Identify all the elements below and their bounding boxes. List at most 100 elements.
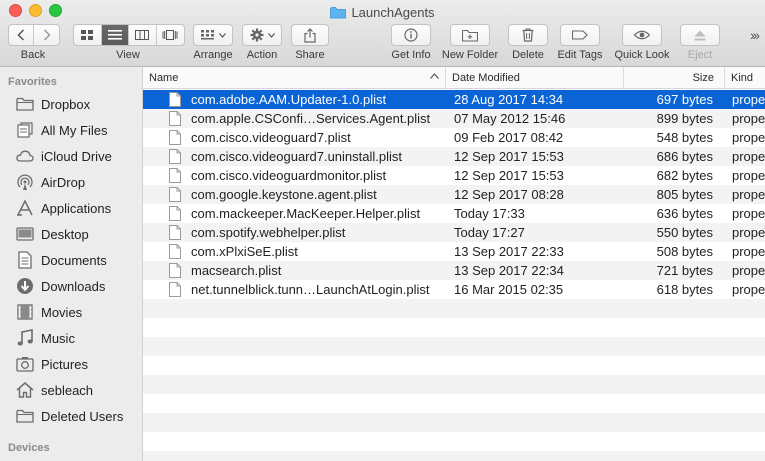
file-row[interactable]: com.mackeeper.MacKeeper.Helper.plist Toda…	[143, 204, 765, 223]
chevron-down-icon	[218, 32, 226, 38]
file-size: 805 bytes	[656, 187, 713, 202]
cover-flow-view-button[interactable]	[157, 25, 184, 45]
quick-look-label: Quick Look	[614, 49, 670, 61]
new-folder-label: New Folder	[441, 49, 499, 61]
delete-button[interactable]	[508, 24, 548, 46]
sidebar-item-documents[interactable]: Documents	[0, 247, 142, 273]
list-view-button[interactable]	[101, 25, 129, 45]
eject-button[interactable]	[680, 24, 720, 46]
file-date: 12 Sep 2017 15:53	[454, 168, 564, 183]
back-button[interactable]	[9, 25, 35, 45]
file-row[interactable]: net.tunnelblick.tunn…LaunchAtLogin.plist…	[143, 280, 765, 299]
info-icon	[404, 28, 418, 42]
action-button[interactable]	[242, 24, 282, 46]
file-row[interactable]: com.xPlxiSeE.plist 13 Sep 2017 22:33 508 b…	[143, 242, 765, 261]
file-row[interactable]: macsearch.plist 13 Sep 2017 22:34 721 byte…	[143, 261, 765, 280]
file-kind: prope	[732, 111, 765, 126]
sidebar-item-movies[interactable]: Movies	[0, 299, 142, 325]
file-row[interactable]: com.apple.CSConfi…Services.Agent.plist 07…	[143, 109, 765, 128]
file-name: net.tunnelblick.tunn…LaunchAtLogin.plist	[191, 282, 430, 297]
get-info-button[interactable]	[391, 24, 431, 46]
empty-row	[143, 432, 765, 451]
eye-icon	[634, 30, 650, 40]
view-label: View	[116, 49, 140, 61]
file-size: 682 bytes	[656, 168, 713, 183]
sidebar-item-label: All My Files	[41, 122, 108, 138]
plist-file-icon	[169, 244, 183, 259]
quick-look-button[interactable]	[622, 24, 662, 46]
movies-icon	[15, 302, 35, 322]
sidebar-item-sebleach[interactable]: sebleach	[0, 377, 142, 403]
window-title-bar: LaunchAgents	[0, 3, 765, 21]
file-kind: prope	[732, 130, 765, 145]
sidebar-item-applications[interactable]: Applications	[0, 195, 142, 221]
column-header-size[interactable]: Size	[623, 67, 724, 89]
column-header-kind[interactable]: Kind	[724, 67, 765, 89]
empty-row	[143, 299, 765, 318]
chevron-right-icon	[43, 29, 51, 41]
new-folder-button[interactable]	[450, 24, 490, 46]
file-row[interactable]: com.cisco.videoguard7.plist 09 Feb 2017 0…	[143, 128, 765, 147]
arrange-button[interactable]	[193, 24, 233, 46]
column-header-name[interactable]: Name	[143, 67, 445, 89]
file-list: Name Date Modified Size Kind com.adobe.A…	[143, 67, 765, 461]
file-kind: prope	[732, 282, 765, 297]
sidebar-item-all-my-files[interactable]: All My Files	[0, 117, 142, 143]
file-row[interactable]: com.cisco.videoguard7.uninstall.plist 12 …	[143, 147, 765, 166]
plist-file-icon	[169, 92, 183, 107]
documents-icon	[15, 250, 35, 270]
sidebar-item-downloads[interactable]: Downloads	[0, 273, 142, 299]
sidebar-item-deleted-users[interactable]: Deleted Users	[0, 403, 142, 429]
file-date: 12 Sep 2017 15:53	[454, 149, 564, 164]
file-size: 550 bytes	[656, 225, 713, 240]
all-files-icon	[15, 120, 35, 140]
music-icon	[15, 328, 35, 348]
file-row[interactable]: com.cisco.videoguardmonitor.plist 12 Sep …	[143, 166, 765, 185]
file-kind: prope	[732, 187, 765, 202]
empty-row	[143, 337, 765, 356]
file-kind: prope	[732, 168, 765, 183]
file-row[interactable]: com.google.keystone.agent.plist 12 Sep 20…	[143, 185, 765, 204]
sidebar-item-icloud-drive[interactable]: iCloud Drive	[0, 143, 142, 169]
column-header-date-modified[interactable]: Date Modified	[445, 67, 623, 89]
sidebar-item-label: Music	[41, 330, 75, 346]
sidebar-item-dropbox[interactable]: Dropbox	[0, 91, 142, 117]
file-kind: prope	[732, 206, 765, 221]
empty-row	[143, 413, 765, 432]
grid-icon	[81, 30, 94, 40]
forward-button[interactable]	[34, 25, 59, 45]
sidebar-item-music[interactable]: Music	[0, 325, 142, 351]
edit-tags-label: Edit Tags	[557, 49, 603, 61]
sidebar-item-airdrop[interactable]: AirDrop	[0, 169, 142, 195]
empty-row	[143, 356, 765, 375]
share-icon	[304, 27, 316, 43]
sort-ascending-chevron-up-icon	[430, 71, 439, 81]
icon-view-button[interactable]	[74, 25, 102, 45]
file-kind: prope	[732, 225, 765, 240]
sidebar-item-label: Applications	[41, 200, 112, 216]
action-label: Action	[246, 49, 278, 61]
eject-label: Eject	[687, 49, 713, 61]
applications-icon	[15, 198, 35, 218]
gear-icon	[250, 28, 264, 42]
plist-file-icon	[169, 149, 183, 164]
plist-file-icon	[169, 282, 183, 297]
sidebar: Favorites Dropbox All My Files iCloud Dr…	[0, 67, 143, 461]
file-date: 07 May 2012 15:46	[454, 111, 566, 126]
file-row[interactable]: com.adobe.AAM.Updater-1.0.plist 28 Aug 20…	[143, 90, 765, 109]
column-view-button[interactable]	[129, 25, 157, 45]
file-row[interactable]: com.spotify.webhelper.plist Today 17:27 55…	[143, 223, 765, 242]
sidebar-item-pictures[interactable]: Pictures	[0, 351, 142, 377]
toolbar-overflow-chevron-icon[interactable]: ›››	[750, 27, 760, 43]
sidebar-item-label: Movies	[41, 304, 83, 320]
sidebar-item-desktop[interactable]: Desktop	[0, 221, 142, 247]
sidebar-item-label: sebleach	[41, 382, 94, 398]
edit-tags-button[interactable]	[560, 24, 600, 46]
share-button[interactable]	[291, 24, 329, 46]
file-name: com.adobe.AAM.Updater-1.0.plist	[191, 92, 387, 107]
file-size: 899 bytes	[656, 111, 713, 126]
favorites-header: Favorites	[8, 76, 57, 88]
file-kind: prope	[732, 263, 765, 278]
chevron-down-icon	[267, 32, 275, 38]
file-size: 548 bytes	[656, 130, 713, 145]
